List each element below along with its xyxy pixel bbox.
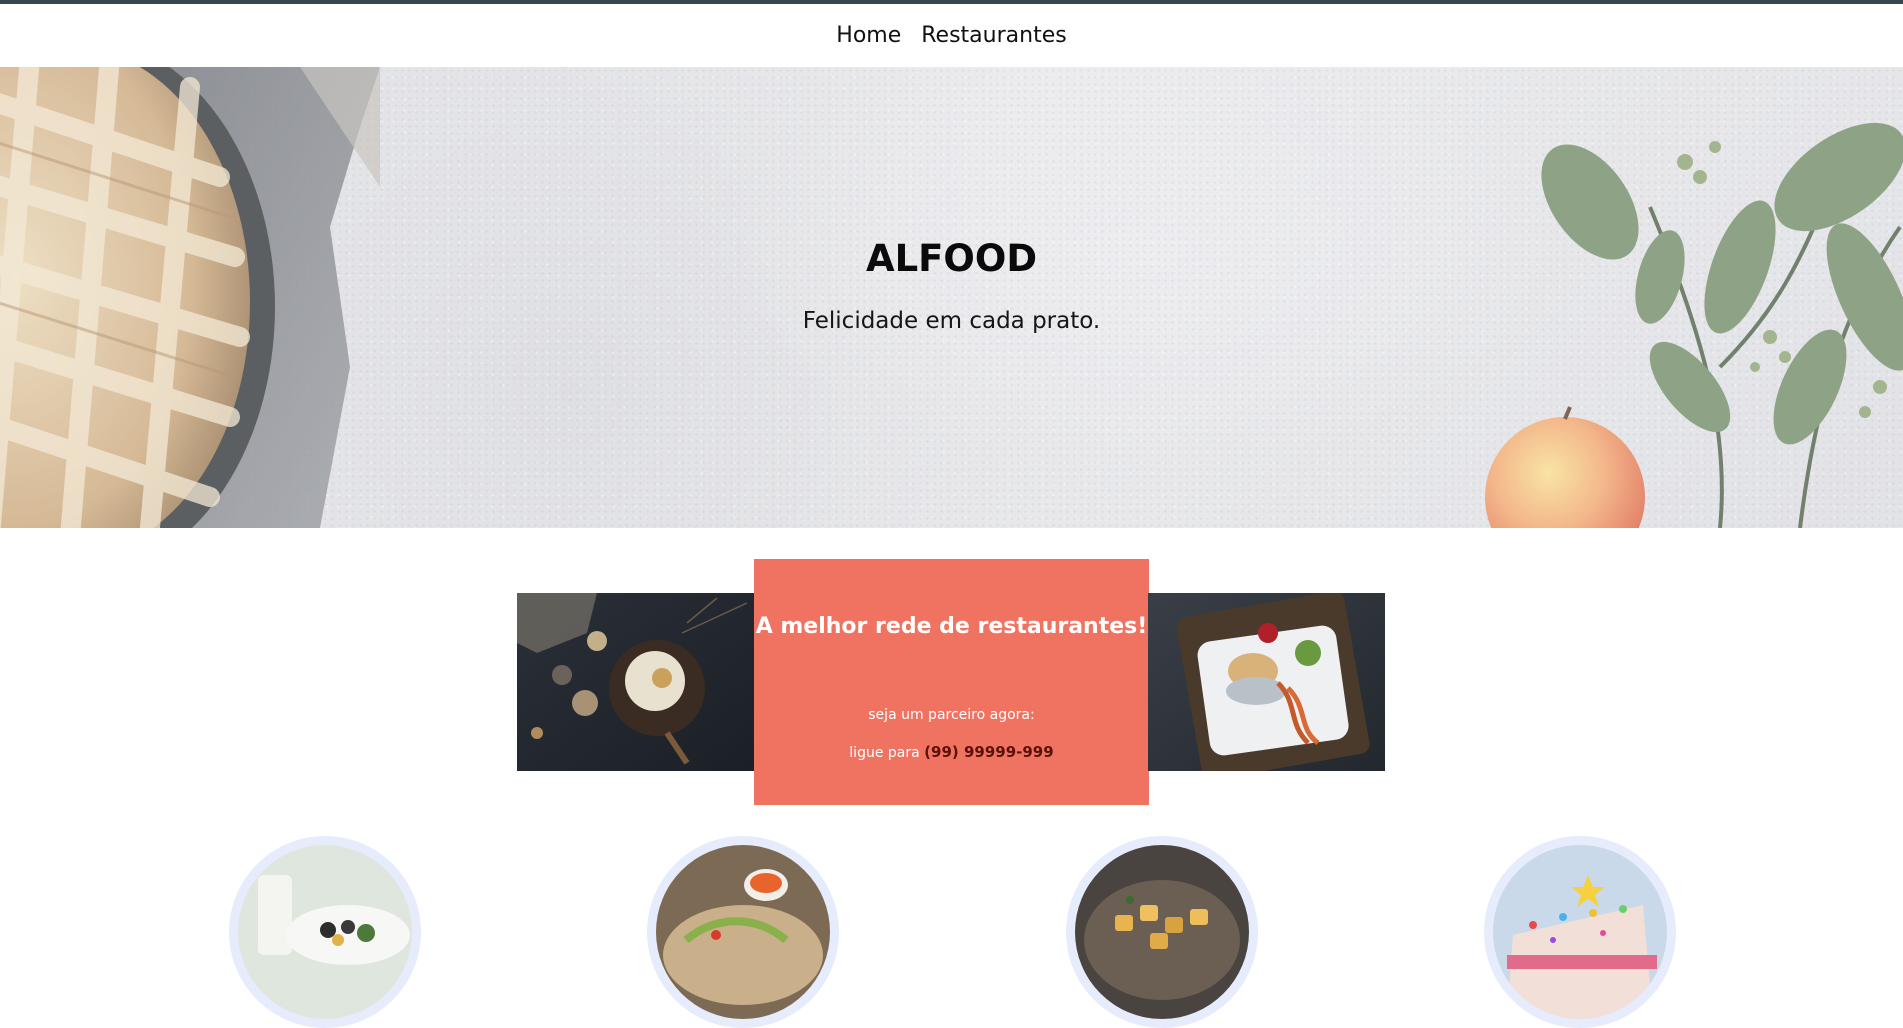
promo-title: A melhor rede de restaurantes!: [755, 614, 1148, 639]
potato-dish-image: [1075, 845, 1249, 1019]
promo-card: A melhor rede de restaurantes! seja um p…: [754, 559, 1149, 805]
promo-call-prefix: ligue para: [849, 745, 920, 761]
taco-dish-image: [656, 845, 830, 1019]
promo-image-dessert: [517, 593, 754, 771]
promo-partner-text: seja um parceiro agora:: [868, 707, 1035, 723]
hero-light-overlay: [0, 67, 1903, 528]
salad-dish-image: [238, 845, 412, 1019]
category-circle-3[interactable]: [1066, 836, 1258, 1028]
promo-image-burger: [1148, 593, 1385, 771]
nav-link-restaurantes[interactable]: Restaurantes: [919, 23, 1068, 48]
cake-dessert-image: [1493, 845, 1667, 1019]
top-navbar: Home Restaurantes: [0, 4, 1903, 67]
hero-subtitle: Felicidade em cada prato.: [802, 308, 1101, 334]
category-circle-2[interactable]: [647, 836, 839, 1028]
hero-banner: ALFOOD Felicidade em cada prato.: [0, 67, 1903, 528]
promo-call-text: ligue para (99) 99999-999: [754, 743, 1149, 761]
category-circle-4[interactable]: [1484, 836, 1676, 1028]
promo-phone-number: (99) 99999-999: [924, 743, 1054, 761]
category-circle-1[interactable]: [229, 836, 421, 1028]
hero-title: ALFOOD: [865, 237, 1038, 280]
nav-link-home[interactable]: Home: [834, 23, 903, 48]
